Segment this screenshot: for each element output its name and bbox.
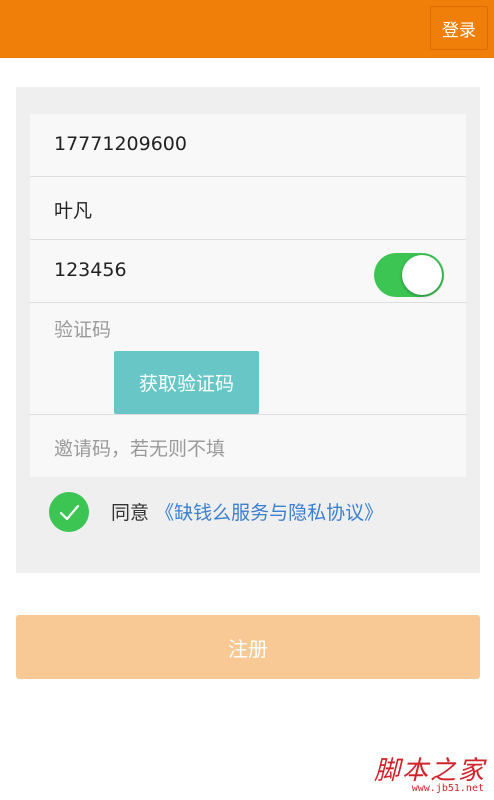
password-value: 123456 [54,259,127,281]
toggle-knob [402,255,442,295]
agree-checkbox[interactable] [49,492,89,532]
top-app-bar: 登录 [0,0,494,58]
agreement-text: 同意 《缺钱么服务与隐私协议》 [111,498,383,525]
get-verification-code-button[interactable]: 获取验证码 [114,351,259,414]
phone-value: 17771209600 [54,133,187,155]
watermark-url: www.jb51.net [411,783,484,794]
name-field[interactable]: 叶凡 [30,177,466,240]
check-icon [59,504,80,521]
show-password-toggle[interactable] [374,253,444,297]
register-button[interactable]: 注册 [16,615,480,679]
watermark-logo: 脚本之家 [373,756,486,786]
login-button[interactable]: 登录 [430,6,488,50]
invite-code-field[interactable]: 邀请码，若无则不填 [30,415,466,477]
verification-code-placeholder: 验证码 [54,319,112,341]
agree-prefix: 同意 [111,502,150,524]
password-field[interactable]: 123456 [30,240,466,303]
phone-field[interactable]: 17771209600 [30,114,466,177]
name-value: 叶凡 [54,200,93,222]
agreement-link[interactable]: 《缺钱么服务与隐私协议》 [155,502,383,524]
invite-code-placeholder: 邀请码，若无则不填 [54,438,226,460]
